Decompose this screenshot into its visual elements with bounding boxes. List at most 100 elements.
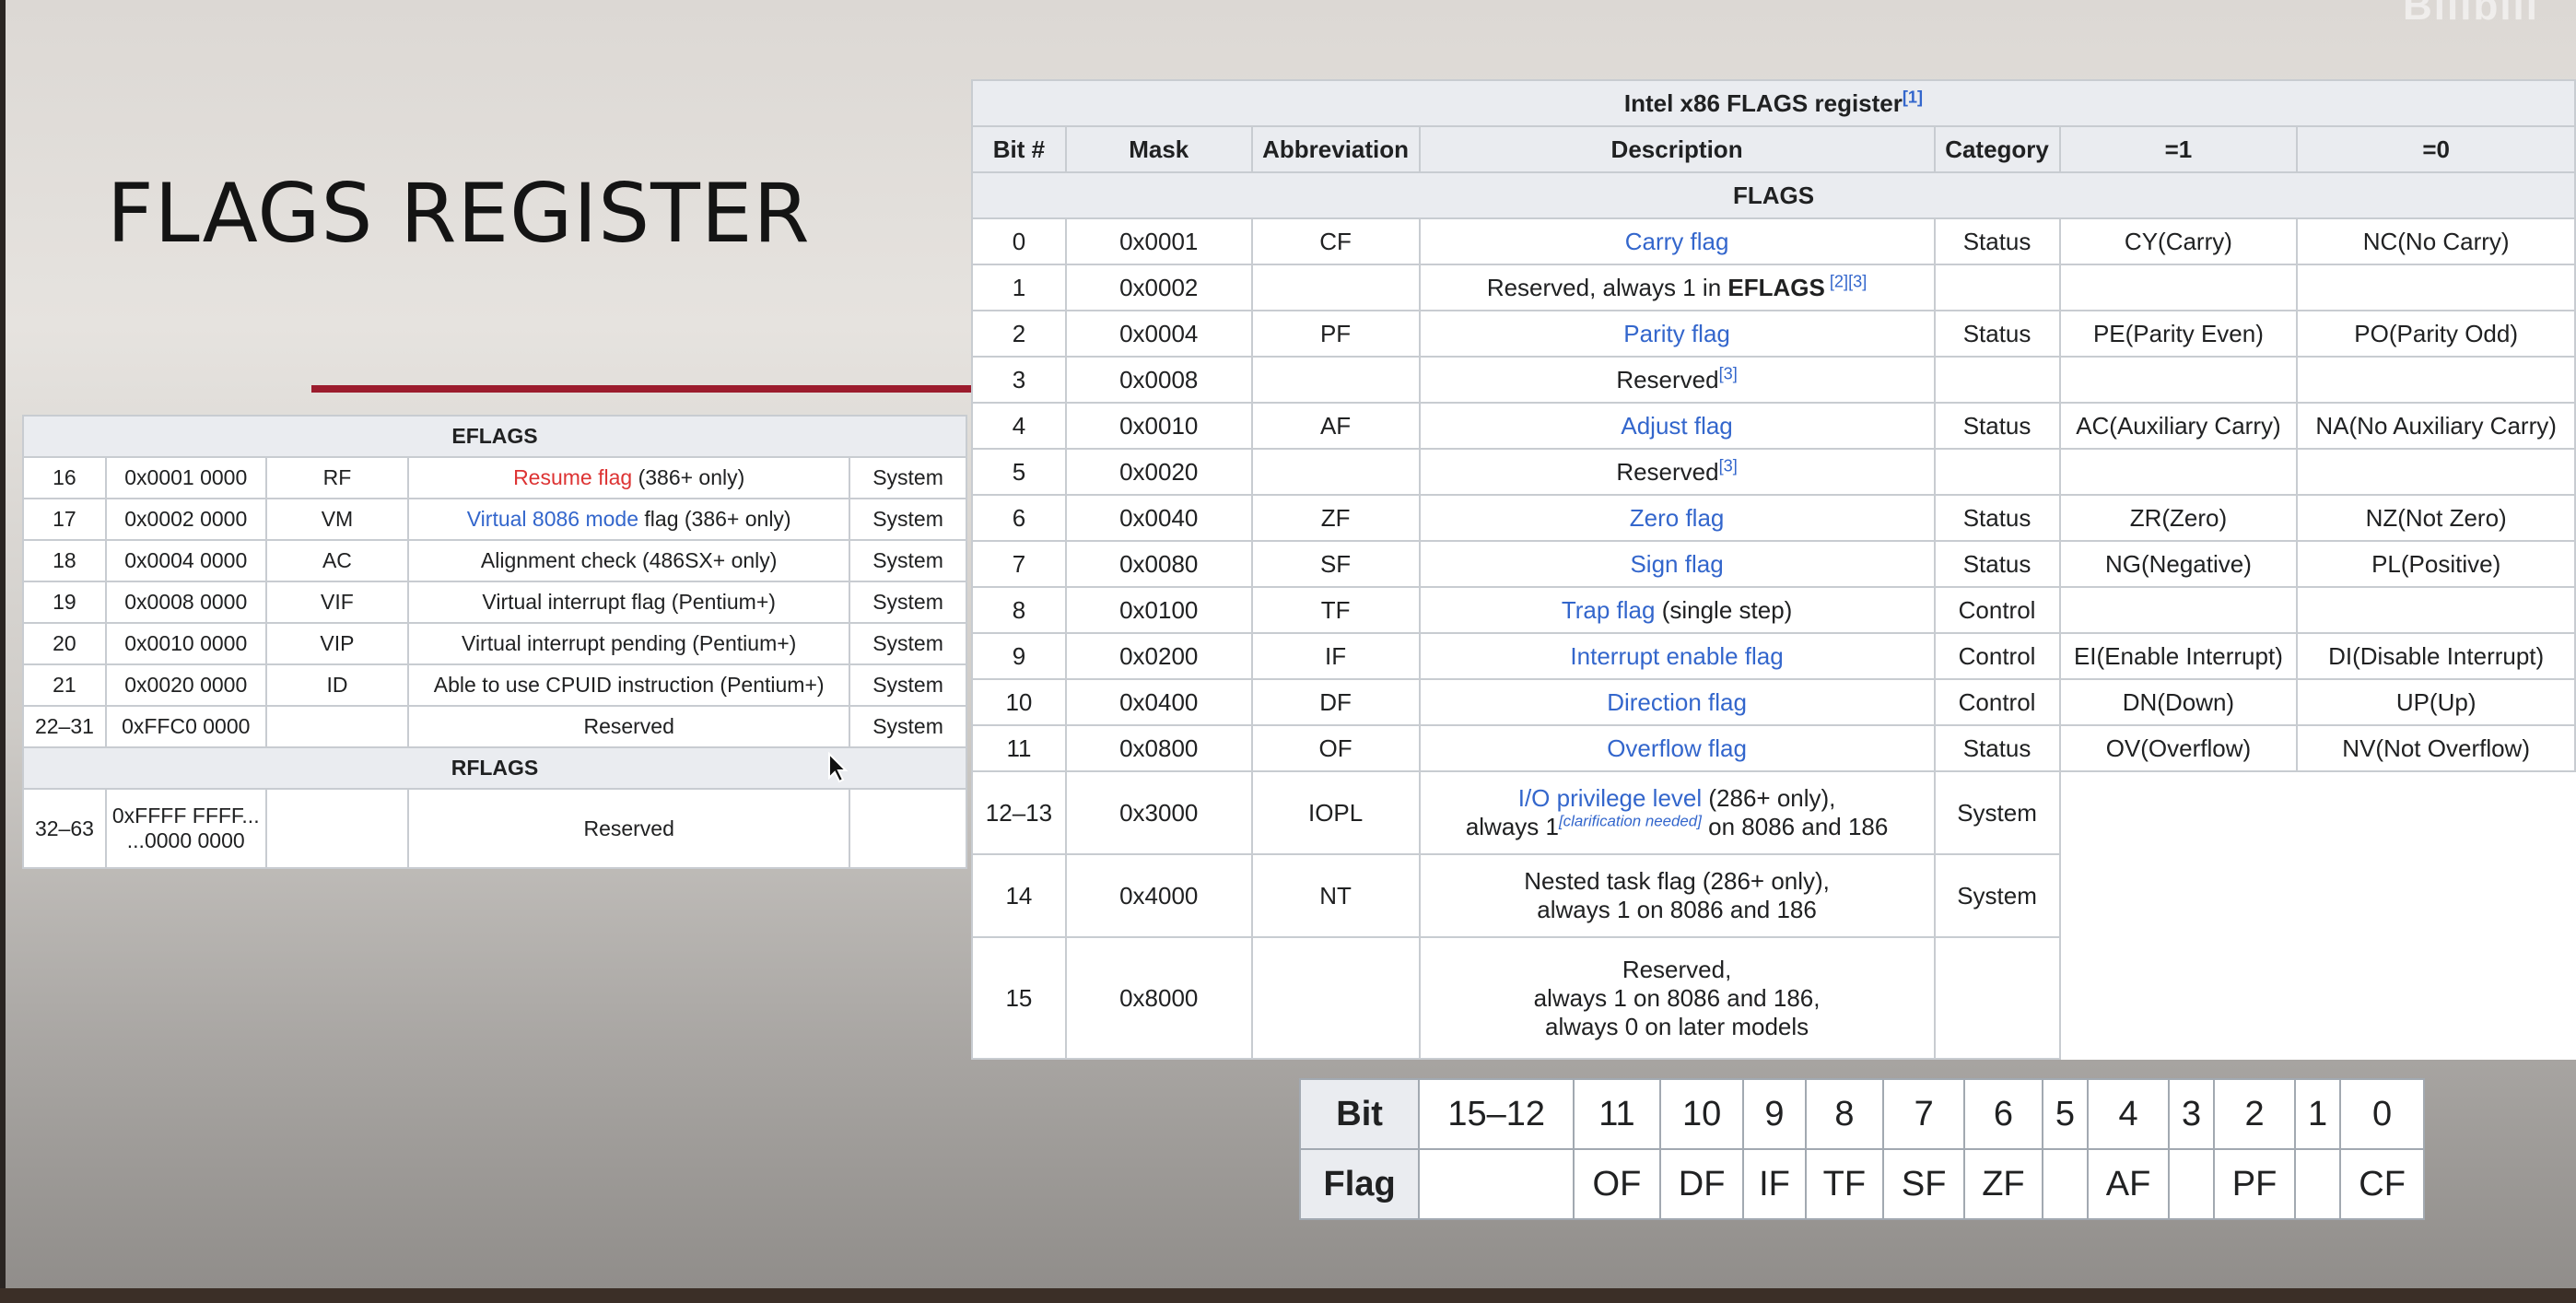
category-cell: System	[849, 581, 967, 624]
flag-link[interactable]: Sign flag	[1630, 550, 1723, 578]
mask-cell: 0xFFFF FFFF... ...0000 0000	[104, 788, 267, 869]
desc-link[interactable]: Resume flag	[513, 465, 632, 489]
mask-cell: 0x0004	[1064, 310, 1253, 358]
flag-link[interactable]: Adjust flag	[1621, 412, 1732, 440]
rflags-section-row: RFLAGS	[22, 746, 967, 790]
abbr-cell: PF	[1250, 310, 1421, 358]
bit-number-cell: 7	[1882, 1078, 1966, 1150]
flag-name-cell: DF	[1658, 1148, 1745, 1220]
mask-cell: 0x8000	[1064, 936, 1253, 1060]
ref-link[interactable]: [3]	[1719, 456, 1738, 475]
set-meaning-cell: OV(Overflow)	[2058, 724, 2299, 772]
rflags-section-header: RFLAGS	[22, 746, 967, 790]
desc-text: flag (386+ only)	[638, 507, 791, 531]
flag-link[interactable]: Interrupt enable flag	[1570, 642, 1783, 670]
empty-area	[2060, 771, 2575, 1059]
category-cell: System	[849, 622, 967, 665]
set-meaning-cell: ZR(Zero)	[2058, 494, 2299, 542]
set-meaning-cell: EI(Enable Interrupt)	[2058, 632, 2299, 680]
table-caption: Intel x86 FLAGS register[1]	[971, 79, 2576, 127]
table-row: 6 0x0040 ZF Zero flag Status ZR(Zero) NZ(Not Z…	[971, 494, 2576, 542]
set-meaning-cell: AC(Auxiliary Carry)	[2058, 402, 2299, 450]
desc-text: Virtual interrupt pending (Pentium+)	[462, 631, 797, 655]
bit-cell: 21	[22, 663, 107, 707]
table-row: 1 0x0002 Reserved, always 1 in EFLAGS [2][…	[971, 264, 2576, 311]
flag-link[interactable]: Direction flag	[1607, 688, 1747, 716]
category-cell: Status	[1933, 310, 2061, 358]
flag-link[interactable]: Trap flag	[1562, 596, 1656, 624]
desc-cell: Carry flag	[1418, 217, 1936, 265]
flag-link[interactable]: Parity flag	[1623, 320, 1730, 347]
desc-text: (single step)	[1655, 595, 1793, 624]
desc-text: Able to use CPUID instruction (Pentium+)	[433, 673, 825, 697]
mask-cell: 0x0040	[1064, 494, 1253, 542]
mask-cell: 0x0100	[1064, 586, 1253, 634]
clarification-link[interactable]: [clarification needed]	[1559, 812, 1702, 829]
flags-section-header: FLAGS	[971, 171, 2576, 219]
bit-label: Bit	[1298, 1078, 1421, 1150]
desc-text: Reserved, always 1 in	[1486, 273, 1728, 301]
flag-link[interactable]: Zero flag	[1630, 504, 1725, 532]
desc-cell: Virtual interrupt pending (Pentium+)	[407, 622, 851, 665]
mask-cell: 0x0010	[1064, 402, 1253, 450]
bit-cell: 9	[971, 632, 1067, 680]
category-cell	[849, 788, 967, 869]
column-header: Mask	[1064, 125, 1253, 173]
mask-cell: 0x0010 0000	[104, 622, 267, 665]
table-row: 2 0x0004 PF Parity flag Status PE(Parity Even…	[971, 310, 2576, 358]
clear-meaning-cell: NC(No Carry)	[2296, 217, 2576, 265]
table-row: 21 0x0020 0000 ID Able to use CPUID instruc…	[22, 663, 967, 707]
flag-name-cell: TF	[1804, 1148, 1885, 1220]
desc-text: Reserved	[1616, 365, 1719, 393]
desc-cell: Reserved, always 1 on 8086 and 186, alwa…	[1418, 936, 1936, 1060]
clear-meaning-cell: NA(No Auxiliary Carry)	[2296, 402, 2576, 450]
desc-cell: Adjust flag	[1418, 402, 1936, 450]
bit-number-cell: 5	[2041, 1078, 2090, 1150]
abbr-cell: IOPL	[1250, 770, 1421, 855]
abbr-cell: AC	[264, 539, 410, 582]
abbr-cell: VIP	[264, 622, 410, 665]
desc-line: Nested task flag (286+ only),	[1524, 867, 1830, 895]
desc-link[interactable]: Virtual 8086 mode	[467, 507, 638, 531]
desc-text: on 8086 and 186	[1701, 813, 1889, 840]
desc-cell: Able to use CPUID instruction (Pentium+)	[407, 663, 851, 707]
category-cell: Status	[1933, 494, 2061, 542]
flag-name-cell: OF	[1573, 1148, 1661, 1220]
flag-name-cell	[2041, 1148, 2090, 1220]
abbr-cell: TF	[1250, 586, 1421, 634]
mask-cell: 0x0080	[1064, 540, 1253, 588]
clear-meaning-cell: NV(Not Overflow)	[2296, 724, 2576, 772]
flag-name-cell: CF	[2339, 1148, 2425, 1220]
watermark: Bilibili	[2403, 0, 2539, 29]
flag-link[interactable]: Overflow flag	[1607, 734, 1747, 762]
clear-meaning-cell: UP(Up)	[2296, 678, 2576, 726]
mask-cell: 0x4000	[1064, 853, 1253, 938]
abbr-cell: NT	[1250, 853, 1421, 938]
ref-link[interactable]: [2][3]	[1825, 272, 1867, 290]
caption-ref-link[interactable]: [1]	[1903, 88, 1923, 106]
flags-rows: 0 0x0001 CF Carry flag Status CY(Carry) NC(No …	[971, 217, 2576, 772]
bit-number-cell: 2	[2213, 1078, 2296, 1150]
iopl-link[interactable]: I/O privilege level	[1518, 784, 1702, 812]
mask-cell: 0x3000	[1064, 770, 1253, 855]
bit-number-cell: 9	[1742, 1078, 1807, 1150]
table-row: 16 0x0001 0000 RF Resume flag (386+ only) Sy…	[22, 456, 967, 499]
column-header: Category	[1933, 125, 2061, 173]
ref-link[interactable]: [3]	[1719, 364, 1738, 382]
abbr-cell	[264, 788, 410, 869]
table-row: 22–31 0xFFC0 0000 Reserved System	[22, 705, 967, 748]
flag-link[interactable]: Carry flag	[1625, 228, 1729, 255]
eflags-section-row: EFLAGS	[22, 415, 967, 458]
category-cell	[1933, 936, 2061, 1060]
flags-register-table: Intel x86 FLAGS register[1] Bit # Mask Abb…	[971, 79, 2576, 1060]
eflags-rows: 16 0x0001 0000 RF Resume flag (386+ only) Sy…	[22, 456, 967, 748]
abbr-cell: IF	[1250, 632, 1421, 680]
table-row: 12–13 0x3000 IOPL I/O privilege level (2…	[971, 770, 2575, 855]
category-cell	[1933, 356, 2061, 404]
bit-number-cell: 8	[1804, 1078, 1885, 1150]
desc-text: (286+ only),	[1702, 784, 1836, 812]
set-meaning-cell	[2058, 448, 2299, 496]
flag-name-cell: AF	[2087, 1148, 2170, 1220]
mask-cell: 0x0008 0000	[104, 581, 267, 624]
category-cell	[1933, 448, 2061, 496]
